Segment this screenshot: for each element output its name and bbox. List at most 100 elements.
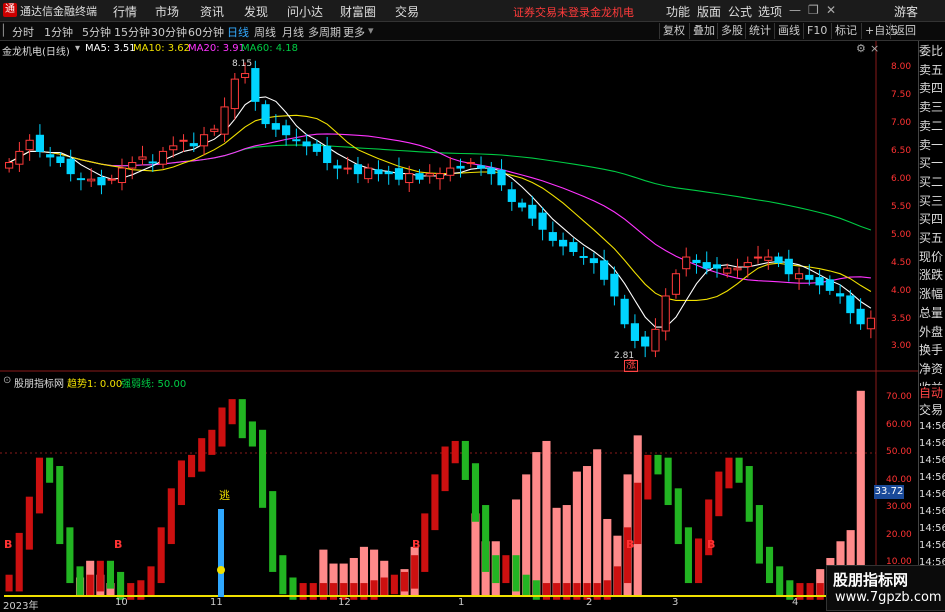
menu-market[interactable]: 市场 <box>155 3 179 20</box>
trend-step <box>25 496 33 550</box>
trend-step <box>634 482 642 545</box>
period-daily[interactable]: 日线 <box>227 24 249 40</box>
legend-arrow-icon[interactable]: ▾ <box>75 43 80 54</box>
trade-label[interactable]: 交易 <box>919 403 945 417</box>
ma5-path <box>8 96 872 328</box>
trend-step <box>461 440 469 480</box>
toolbar-draw[interactable]: 画线 <box>774 23 803 39</box>
trend-step <box>735 457 743 483</box>
escape-bar <box>218 509 224 597</box>
trend-step <box>542 583 551 600</box>
candle-body <box>569 242 578 252</box>
candle-body <box>456 165 465 169</box>
quote-label: 卖三 <box>919 100 945 115</box>
period-intraday[interactable]: 分时 <box>12 24 34 40</box>
close-icon[interactable]: ✕ <box>826 3 836 17</box>
candle-body <box>66 158 75 175</box>
candle-body <box>425 173 434 177</box>
quote-label: 净资 <box>919 361 945 376</box>
indicator-tick: 60.00 <box>886 420 912 430</box>
menu-trade[interactable]: 交易 <box>395 3 419 20</box>
period-more[interactable]: 更多 <box>343 24 365 40</box>
menu-options[interactable]: 选项 <box>758 3 782 20</box>
menu-ask[interactable]: 问小达 <box>287 3 323 20</box>
auto-trade-label[interactable]: 自动 <box>919 386 945 400</box>
indicator-title: 股朋指标网 <box>14 379 64 390</box>
toolbar-overlay[interactable]: 叠加 <box>689 23 718 39</box>
menu-wealth-circle[interactable]: 财富圈 <box>340 3 376 20</box>
limit-up-badge: 涨 <box>624 360 638 372</box>
trend-step <box>421 513 429 572</box>
indicator-tick: 30.00 <box>886 502 912 512</box>
candle-body <box>733 267 742 271</box>
period-multi[interactable]: 多周期 <box>308 24 341 40</box>
menu-formula[interactable]: 公式 <box>728 3 752 20</box>
toolbar-stats[interactable]: 统计 <box>745 23 774 39</box>
indicator-tick: 50.00 <box>886 447 912 457</box>
candle-body <box>199 134 209 147</box>
trend-step <box>106 560 115 589</box>
toolbar-f10[interactable]: F10 <box>803 23 830 39</box>
indicator-tick: 40.00 <box>886 475 912 485</box>
price-tick: 3.00 <box>891 341 912 351</box>
watermark: 股朋指标网 www.7gpzb.com <box>826 565 945 611</box>
period-1min[interactable]: 1分钟 <box>44 24 73 40</box>
candle-body <box>210 128 219 132</box>
expand-icon[interactable]: ▏ <box>3 24 11 37</box>
toolbar-adjust[interactable]: 复权 <box>659 23 688 39</box>
login-warning[interactable]: 证券交易未登录 <box>513 4 590 20</box>
trend-step <box>380 577 388 597</box>
trend-step <box>299 583 307 600</box>
restore-icon[interactable]: ❐ <box>808 3 819 17</box>
candle-body <box>261 104 270 125</box>
period-15min[interactable]: 15分钟 <box>114 24 150 40</box>
candle-body <box>466 162 475 165</box>
ma10-line <box>8 114 872 301</box>
watermark-url: www.7gpzb.com <box>835 590 942 605</box>
candle-body <box>271 123 280 130</box>
trend-step <box>309 583 317 600</box>
menu-market-quotes[interactable]: 行情 <box>113 3 137 20</box>
trend-step <box>664 457 672 506</box>
toolbar-multi-stock[interactable]: 多股 <box>717 23 746 39</box>
candle-body <box>230 78 239 110</box>
trend-step <box>411 555 419 589</box>
time-tick: 3 <box>672 597 679 608</box>
candle-body <box>343 167 352 170</box>
period-60min[interactable]: 60分钟 <box>188 24 224 40</box>
toolbar-mark[interactable]: 标记 <box>831 23 860 39</box>
candle-body <box>374 169 383 175</box>
chart-close-icon[interactable]: × <box>870 42 879 55</box>
indicator-settings-icon[interactable]: ⊙ <box>3 375 11 386</box>
toolbar-back[interactable]: 返回 <box>890 23 919 39</box>
menu-layout[interactable]: 版面 <box>697 3 721 20</box>
trend-step <box>86 574 94 597</box>
trend-step <box>96 560 104 592</box>
tick-time: 14:56 <box>919 454 945 468</box>
trend-step <box>522 574 530 597</box>
period-30min[interactable]: 30分钟 <box>151 24 187 40</box>
period-monthly[interactable]: 月线 <box>282 24 304 40</box>
price-tick: 8.00 <box>891 62 912 72</box>
trend-step <box>350 583 358 600</box>
minimize-icon[interactable]: — <box>789 3 801 17</box>
menu-news[interactable]: 资讯 <box>200 3 224 20</box>
candle-body <box>528 204 537 219</box>
chart-grid <box>0 41 918 609</box>
settings-gear-icon[interactable]: ⚙ <box>856 42 866 55</box>
tick-time: 14:56 <box>919 539 945 553</box>
menu-function[interactable]: 功能 <box>666 3 690 20</box>
kline-chart[interactable] <box>0 41 918 609</box>
candle-body <box>661 295 670 332</box>
trend-step <box>471 463 480 522</box>
period-5min[interactable]: 5分钟 <box>82 24 111 40</box>
watermark-title: 股朋指标网 <box>833 571 909 589</box>
menu-discover[interactable]: 发现 <box>244 3 268 20</box>
candle-body <box>507 189 516 202</box>
guest-button[interactable]: 游客 <box>894 3 918 20</box>
period-weekly[interactable]: 周线 <box>254 24 276 40</box>
candle-body <box>353 164 363 175</box>
stock-chart-title: 金龙机电(日线) <box>2 47 70 58</box>
more-dropdown-icon[interactable]: ▾ <box>368 24 374 37</box>
tick-time: 14:56 <box>919 505 945 519</box>
